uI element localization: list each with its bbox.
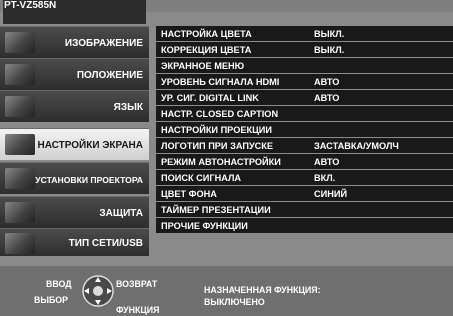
- projector-osd: PT-VZ585N ИЗОБРАЖЕНИЕ ПОЛОЖЕНИЕ ЯЗЫК НАС…: [0, 0, 453, 316]
- select-hint: ВЫБОР: [34, 295, 68, 305]
- menu-row-color-correction[interactable]: КОРРЕКЦИЯ ЦВЕТА ВЫКЛ.: [156, 42, 453, 58]
- row-value: ВЫКЛ.: [314, 29, 345, 39]
- position-icon: [5, 64, 35, 85]
- sidebar-item-security[interactable]: ЗАЩИТА: [0, 196, 149, 228]
- row-label: ПОИСК СИГНАЛА: [161, 173, 242, 183]
- sidebar-item-network-usb[interactable]: ТИП СЕТИ/USB: [0, 228, 149, 256]
- row-label: НАСТРОЙКИ ПРОЕКЦИИ: [161, 125, 272, 135]
- enter-hint: ВВОД: [46, 279, 72, 289]
- back-hint: ВОЗВРАТ: [116, 279, 158, 289]
- row-value: АВТО: [314, 93, 340, 103]
- menu-row-closed-caption[interactable]: НАСТР. CLOSED CAPTION: [156, 106, 453, 122]
- sidebar-item-label: ЗАЩИТА: [99, 208, 143, 219]
- dpad-icon: [82, 275, 114, 307]
- assigned-function-label: НАЗНАЧЕННАЯ ФУНКЦИЯ:: [204, 285, 321, 295]
- row-label: КОРРЕКЦИЯ ЦВЕТА: [161, 45, 252, 55]
- menu-row-background-color[interactable]: ЦВЕТ ФОНА СИНИЙ: [156, 186, 453, 202]
- row-value: ВКЛ.: [314, 173, 336, 183]
- row-label: ЦВЕТ ФОНА: [161, 189, 217, 199]
- footer-guide: ВВОД ВЫБОР ВОЗВРАТ ФУНКЦИЯ НАЗНАЧЕННАЯ Ф…: [0, 266, 453, 316]
- sidebar-item-label: УСТАНОВКИ ПРОЕКТОРА: [35, 175, 143, 185]
- sidebar-item-label: ТИП СЕТИ/USB: [68, 238, 143, 249]
- row-label: ПРОЧИЕ ФУНКЦИИ: [161, 221, 248, 231]
- row-label: РЕЖИМ АВТОНАСТРОЙКИ: [161, 157, 281, 167]
- sidebar-item-label: НАСТРОЙКИ ЭКРАНА: [37, 140, 143, 151]
- network-icon: [5, 233, 35, 254]
- row-label: УРОВЕНЬ СИГНАЛА HDMI: [161, 77, 280, 87]
- assigned-function-value: ВЫКЛЮЧЕНО: [204, 297, 265, 307]
- menu-row-projection-settings[interactable]: НАСТРОЙКИ ПРОЕКЦИИ: [156, 122, 453, 138]
- display-settings-icon: [5, 134, 35, 155]
- menu-row-auto-setup-mode[interactable]: РЕЖИМ АВТОНАСТРОЙКИ АВТО: [156, 154, 453, 170]
- sidebar-item-language[interactable]: ЯЗЫК: [0, 90, 149, 122]
- menu-row-presentation-timer[interactable]: ТАЙМЕР ПРЕЗЕНТАЦИИ: [156, 202, 453, 218]
- menu-row-other-functions[interactable]: ПРОЧИЕ ФУНКЦИИ: [156, 218, 453, 234]
- row-value: ЗАСТАВКА/УМОЛЧ: [314, 141, 399, 151]
- settings-list: НАСТРОЙКА ЦВЕТА ВЫКЛ. КОРРЕКЦИЯ ЦВЕТА ВЫ…: [156, 26, 453, 234]
- row-label: НАСТРОЙКА ЦВЕТА: [161, 29, 252, 39]
- sidebar-item-position[interactable]: ПОЛОЖЕНИЕ: [0, 58, 149, 90]
- sidebar-item-label: ЯЗЫК: [113, 102, 143, 113]
- projector-setup-icon: [5, 168, 35, 189]
- row-label: ТАЙМЕР ПРЕЗЕНТАЦИИ: [161, 205, 271, 215]
- sidebar-item-picture[interactable]: ИЗОБРАЖЕНИЕ: [0, 26, 149, 58]
- row-label: НАСТР. CLOSED CAPTION: [161, 109, 279, 119]
- model-title: PT-VZ585N: [3, 0, 146, 24]
- menu-row-hdmi-level[interactable]: УРОВЕНЬ СИГНАЛА HDMI АВТО: [156, 74, 453, 90]
- menu-row-signal-search[interactable]: ПОИСК СИГНАЛА ВКЛ.: [156, 170, 453, 186]
- row-label: ЭКРАННОЕ МЕНЮ: [161, 61, 245, 71]
- row-value: ВЫКЛ.: [314, 45, 345, 55]
- row-value: АВТО: [314, 77, 340, 87]
- menu-row-digital-link-level[interactable]: УР. СИГ. DIGITAL LINK АВТО: [156, 90, 453, 106]
- row-label: УР. СИГ. DIGITAL LINK: [161, 93, 259, 103]
- sidebar-item-display-settings[interactable]: НАСТРОЙКИ ЭКРАНА: [0, 128, 149, 160]
- row-label: ЛОГОТИП ПРИ ЗАПУСКЕ: [161, 141, 274, 151]
- menu-row-color-adjust[interactable]: НАСТРОЙКА ЦВЕТА ВЫКЛ.: [156, 26, 453, 42]
- sidebar: ИЗОБРАЖЕНИЕ ПОЛОЖЕНИЕ ЯЗЫК НАСТРОЙКИ ЭКР…: [0, 24, 149, 256]
- lock-icon: [5, 202, 35, 223]
- picture-icon: [5, 32, 35, 53]
- row-value: СИНИЙ: [314, 189, 348, 199]
- row-value: АВТО: [314, 157, 340, 167]
- settings-menu: НАСТРОЙКА ЦВЕТА ВЫКЛ. КОРРЕКЦИЯ ЦВЕТА ВЫ…: [149, 24, 453, 256]
- menu-row-osd[interactable]: ЭКРАННОЕ МЕНЮ: [156, 58, 453, 74]
- sidebar-item-label: ИЗОБРАЖЕНИЕ: [64, 38, 143, 49]
- language-icon: [5, 96, 35, 117]
- sidebar-item-label: ПОЛОЖЕНИЕ: [76, 70, 143, 81]
- function-hint: ФУНКЦИЯ: [116, 305, 160, 315]
- menu-row-startup-logo[interactable]: ЛОГОТИП ПРИ ЗАПУСКЕ ЗАСТАВКА/УМОЛЧ: [156, 138, 453, 154]
- sidebar-item-projector-setup[interactable]: УСТАНОВКИ ПРОЕКТОРА: [0, 162, 149, 194]
